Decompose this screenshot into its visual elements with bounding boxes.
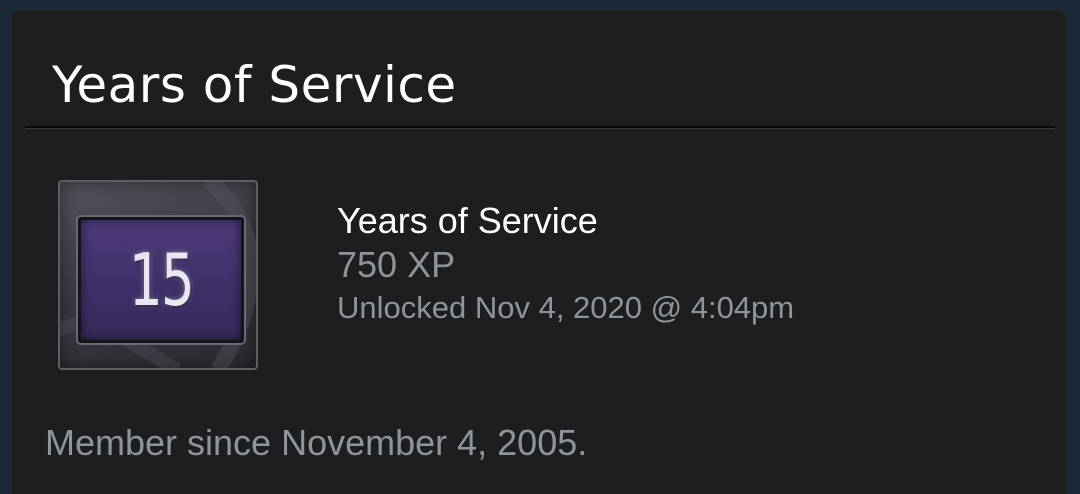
years-of-service-card: Years of Service 15 Years of Service 750… [12,10,1066,494]
achievement-name: Years of Service [337,200,598,241]
badge-screen: 15 [78,217,244,343]
years-of-service-badge-icon[interactable]: 15 [58,180,258,370]
badge-number: 15 [128,238,195,322]
achievement-unlocked-date: Unlocked Nov 4, 2020 @ 4:04pm [337,290,795,325]
card-title: Years of Service [52,56,457,114]
title-divider [25,126,1055,129]
achievement-xp: 750 XP [337,244,456,285]
member-since-text: Member since November 4, 2005. [45,422,588,463]
achievement-info: Years of Service 750 XP Unlocked Nov 4, … [337,200,794,328]
